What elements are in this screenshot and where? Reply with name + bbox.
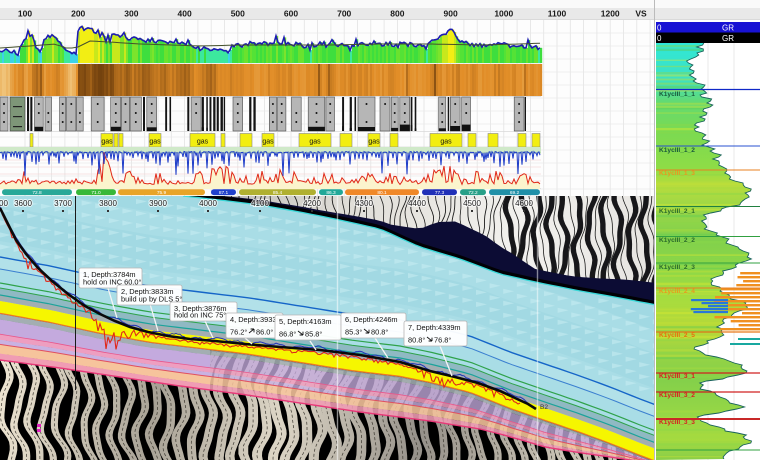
svg-text:K1ycIII_2_1: K1ycIII_2_1 — [659, 208, 695, 215]
svg-text:hold on INC 75°: hold on INC 75° — [174, 311, 226, 320]
svg-text:86.3: 86.3 — [326, 190, 336, 196]
svg-text:80.8°: 80.8° — [371, 328, 388, 337]
svg-text:1100: 1100 — [548, 9, 567, 19]
svg-text:K1ycIII_1_1: K1ycIII_1_1 — [659, 91, 695, 98]
svg-text:0: 0 — [657, 34, 662, 43]
svg-text:72.8: 72.8 — [32, 190, 42, 196]
svg-text:3800: 3800 — [99, 199, 117, 208]
svg-text:gas: gas — [440, 139, 452, 146]
svg-text:K1ycIII_2_4: K1ycIII_2_4 — [659, 288, 695, 295]
svg-text:4600: 4600 — [515, 199, 533, 208]
svg-text:100: 100 — [18, 9, 32, 19]
svg-text:4400: 4400 — [408, 199, 426, 208]
svg-text:3700: 3700 — [54, 199, 72, 208]
svg-text:K1ycIII_2_5: K1ycIII_2_5 — [659, 332, 695, 339]
svg-text:K1ycIII_1_2: K1ycIII_1_2 — [659, 147, 695, 154]
svg-text:3600: 3600 — [14, 199, 32, 208]
svg-text:gas: gas — [197, 139, 209, 146]
svg-text:GR: GR — [722, 34, 734, 43]
svg-text:86.8°: 86.8° — [279, 330, 296, 339]
svg-text:gas: gas — [368, 139, 380, 146]
svg-text:900: 900 — [444, 9, 458, 19]
svg-text:80.1: 80.1 — [377, 190, 387, 196]
svg-text:7, Depth:4339m: 7, Depth:4339m — [408, 323, 461, 332]
svg-text:72.2: 72.2 — [468, 190, 478, 196]
svg-text:75.9: 75.9 — [157, 190, 167, 196]
svg-text:K1ycIII_1_3: K1ycIII_1_3 — [659, 170, 695, 177]
svg-text:5, Depth:4163m: 5, Depth:4163m — [279, 317, 332, 326]
svg-text:4300: 4300 — [355, 199, 373, 208]
svg-text:76.8°: 76.8° — [434, 336, 451, 345]
svg-text:VS: VS — [635, 9, 647, 19]
svg-text:gas: gas — [309, 139, 321, 146]
svg-text:69.2: 69.2 — [510, 190, 520, 196]
svg-text:600: 600 — [284, 9, 298, 19]
svg-text:4500: 4500 — [463, 199, 481, 208]
svg-text:4200: 4200 — [303, 199, 321, 208]
svg-text:85.4: 85.4 — [273, 190, 283, 196]
svg-text:B2: B2 — [540, 404, 548, 411]
svg-text:87.1: 87.1 — [219, 190, 229, 196]
svg-text:71.0: 71.0 — [91, 190, 101, 196]
svg-text:4000: 4000 — [199, 199, 217, 208]
svg-text:200: 200 — [71, 9, 85, 19]
svg-text:K1ycIII_3_3: K1ycIII_3_3 — [659, 419, 695, 426]
svg-text:1200: 1200 — [601, 9, 620, 19]
svg-text:77.3: 77.3 — [435, 190, 445, 196]
svg-text:GR: GR — [722, 24, 734, 33]
svg-text:400: 400 — [178, 9, 192, 19]
svg-text:4100: 4100 — [251, 199, 269, 208]
svg-text:K1ycIII_3_2: K1ycIII_3_2 — [659, 392, 695, 399]
svg-text:80.8°: 80.8° — [408, 336, 425, 345]
svg-text:3500: 3500 — [0, 199, 8, 208]
svg-text:500: 500 — [231, 9, 245, 19]
svg-text:gas: gas — [262, 139, 274, 146]
svg-text:300: 300 — [124, 9, 138, 19]
svg-text:0: 0 — [657, 24, 662, 33]
svg-text:gas: gas — [149, 139, 161, 146]
svg-text:800: 800 — [390, 9, 404, 19]
svg-text:gas: gas — [101, 139, 113, 146]
svg-text:76.2°: 76.2° — [230, 328, 247, 337]
svg-text:86.0°: 86.0° — [256, 328, 273, 337]
svg-text:3900: 3900 — [149, 199, 167, 208]
svg-text:85.8°: 85.8° — [305, 330, 322, 339]
svg-text:K1ycIII_3_1: K1ycIII_3_1 — [659, 373, 695, 380]
svg-text:700: 700 — [337, 9, 351, 19]
svg-text:K1ycIII_2_2: K1ycIII_2_2 — [659, 237, 695, 244]
svg-text:1000: 1000 — [494, 9, 513, 19]
svg-text:85.3°: 85.3° — [345, 328, 362, 337]
svg-text:K1ycIII_2_3: K1ycIII_2_3 — [659, 264, 695, 271]
svg-text:6, Depth:4246m: 6, Depth:4246m — [345, 315, 398, 324]
